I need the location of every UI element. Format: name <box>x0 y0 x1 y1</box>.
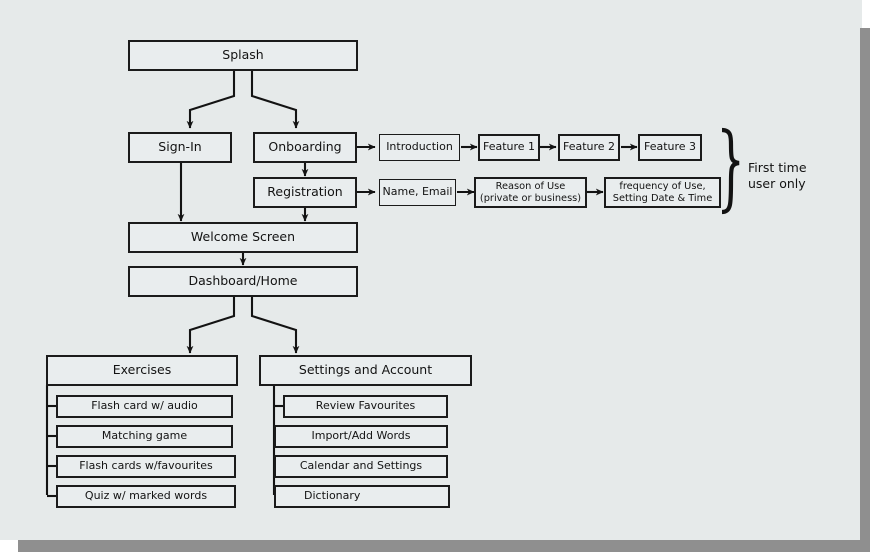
node-settings-child[interactable]: Calendar and Settings <box>274 455 448 478</box>
node-exercise-child[interactable]: Matching game <box>56 425 233 448</box>
node-onboarding[interactable]: Onboarding <box>253 132 357 163</box>
node-name-email[interactable]: Name, Email <box>379 179 456 206</box>
node-registration[interactable]: Registration <box>253 177 357 208</box>
node-label: Flash card w/ audio <box>91 399 198 413</box>
node-label: frequency of Use, Setting Date & Time <box>612 180 713 204</box>
node-label: Sign-In <box>158 139 202 155</box>
vertical-scrollbar[interactable] <box>860 28 870 540</box>
scrollbar-corner-left <box>0 540 18 552</box>
node-label: Welcome Screen <box>190 229 296 245</box>
diagram-canvas: Splash Sign-In Onboarding Registration W… <box>0 0 862 540</box>
node-label: Onboarding <box>268 139 342 155</box>
first-time-user-brace <box>721 127 740 215</box>
node-label: Review Favourites <box>315 399 416 413</box>
node-dashboard-home[interactable]: Dashboard/Home <box>128 266 358 297</box>
node-reason-of-use[interactable]: Reason of Use (private or business) <box>474 177 587 208</box>
scrollbar-corner-top <box>862 0 870 28</box>
node-exercise-child[interactable]: Flash cards w/favourites <box>56 455 236 478</box>
node-label: Flash cards w/favourites <box>79 459 213 473</box>
first-time-user-label: First time user only <box>748 160 807 192</box>
node-splash[interactable]: Splash <box>128 40 358 71</box>
node-label: Dashboard/Home <box>188 273 298 289</box>
node-feature-1[interactable]: Feature 1 <box>478 134 540 161</box>
node-feature-3[interactable]: Feature 3 <box>638 134 702 161</box>
node-settings-child[interactable]: Import/Add Words <box>274 425 448 448</box>
node-settings-child[interactable]: Review Favourites <box>283 395 448 418</box>
node-exercise-child[interactable]: Quiz w/ marked words <box>56 485 236 508</box>
node-label: Feature 2 <box>562 140 616 154</box>
node-label: Name, Email <box>382 185 453 199</box>
horizontal-scrollbar[interactable] <box>18 540 870 552</box>
node-welcome-screen[interactable]: Welcome Screen <box>128 222 358 253</box>
node-settings-child[interactable]: Dictionary <box>274 485 450 508</box>
node-exercise-child[interactable]: Flash card w/ audio <box>56 395 233 418</box>
node-label: Reason of Use (private or business) <box>479 180 582 204</box>
node-label: Quiz w/ marked words <box>84 489 208 503</box>
node-label: Registration <box>267 184 343 200</box>
node-label: Splash <box>222 47 264 63</box>
node-label: Feature 3 <box>643 140 697 154</box>
node-label: Dictionary <box>304 489 361 503</box>
node-settings-and-account[interactable]: Settings and Account <box>259 355 472 386</box>
node-exercises[interactable]: Exercises <box>46 355 238 386</box>
node-sign-in[interactable]: Sign-In <box>128 132 232 163</box>
node-label: Calendar and Settings <box>299 459 423 473</box>
node-label: Exercises <box>112 362 172 378</box>
node-label: Feature 1 <box>482 140 536 154</box>
node-frequency-of-use[interactable]: frequency of Use, Setting Date & Time <box>604 177 721 208</box>
node-introduction[interactable]: Introduction <box>379 134 460 161</box>
node-label: Matching game <box>101 429 188 443</box>
node-label: Settings and Account <box>298 362 433 378</box>
node-label: Import/Add Words <box>311 429 411 443</box>
node-feature-2[interactable]: Feature 2 <box>558 134 620 161</box>
node-label: Introduction <box>386 140 453 154</box>
